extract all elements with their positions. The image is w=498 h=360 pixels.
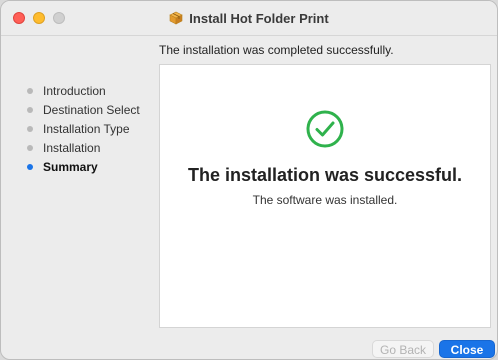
step-bullet-active: [27, 163, 33, 170]
step-label: Installation: [43, 140, 101, 155]
zoom-window-button[interactable]: [53, 12, 65, 24]
step-installation-type: Installation Type: [23, 119, 153, 138]
checkmark-circle-icon: [305, 109, 345, 154]
status-subtitle: The installation was completed successfu…: [159, 43, 394, 57]
summary-panel: The installation was successful. The sof…: [159, 64, 491, 328]
step-label: Destination Select: [43, 102, 140, 117]
window-title-group: Install Hot Folder Print: [169, 10, 329, 26]
package-icon: [169, 11, 183, 25]
step-bullet: [27, 106, 33, 113]
window-title: Install Hot Folder Print: [189, 10, 329, 26]
step-introduction: Introduction: [23, 81, 153, 100]
step-bullet: [27, 87, 33, 94]
title-bar[interactable]: Install Hot Folder Print: [1, 1, 497, 36]
step-label: Summary: [43, 159, 98, 174]
step-bullet: [27, 144, 33, 151]
step-installation: Installation: [23, 138, 153, 157]
success-detail: The software was installed.: [252, 193, 398, 207]
installer-steps: Introduction Destination Select Installa…: [23, 81, 153, 176]
step-label: Installation Type: [43, 121, 130, 136]
installer-window: Install Hot Folder Print The installatio…: [0, 0, 498, 360]
step-destination-select: Destination Select: [23, 100, 153, 119]
close-button[interactable]: Close: [439, 340, 495, 358]
window-controls: [13, 12, 65, 24]
go-back-button[interactable]: Go Back: [372, 340, 434, 358]
close-window-button[interactable]: [13, 12, 25, 24]
step-bullet: [27, 125, 33, 132]
step-label: Introduction: [43, 83, 106, 98]
minimize-window-button[interactable]: [33, 12, 45, 24]
step-summary: Summary: [23, 157, 153, 176]
success-headline: The installation was successful.: [187, 165, 463, 185]
